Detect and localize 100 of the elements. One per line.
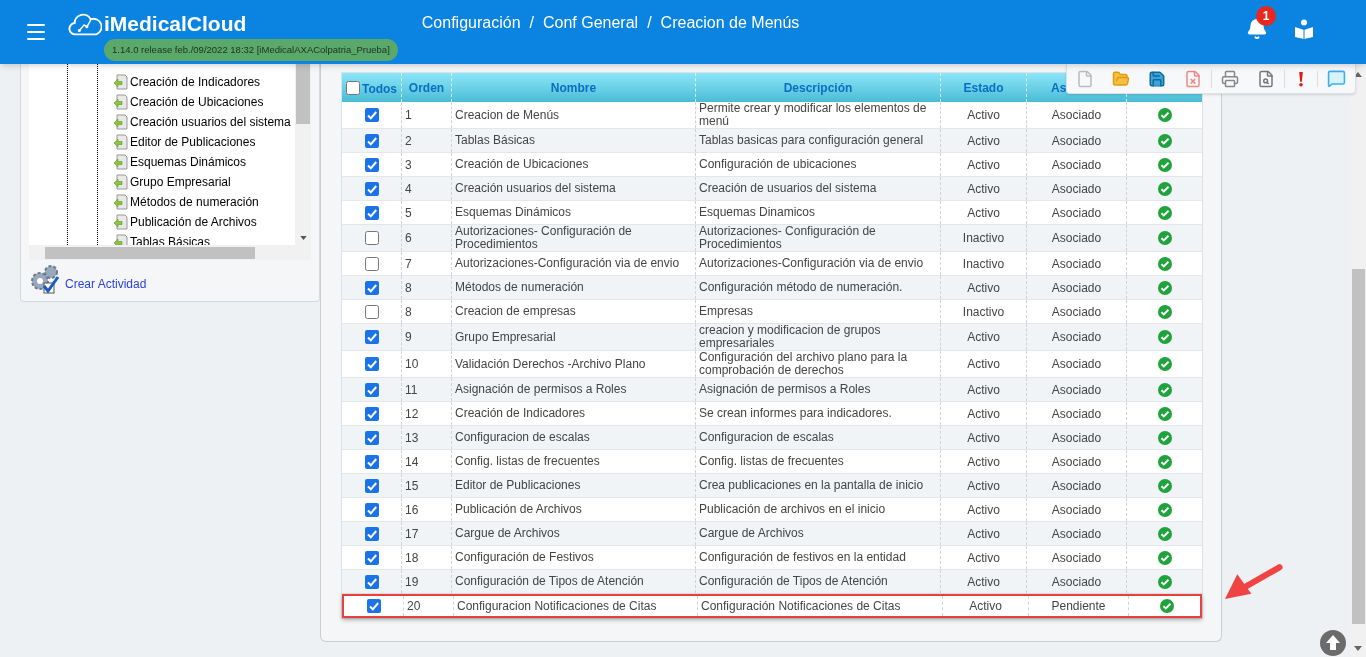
- delete-document-icon[interactable]: [1184, 69, 1202, 88]
- tree-item[interactable]: Grupo Empresarial: [130, 173, 231, 191]
- row-checkbox[interactable]: [364, 231, 379, 245]
- table-row[interactable]: 14 Config. listas de frecuentes Config. listas de frecuentes Activo Asociado: [342, 450, 1202, 474]
- tree-item[interactable]: Editor de Publicaciones: [130, 133, 256, 151]
- bell-icon[interactable]: [1246, 18, 1268, 40]
- row-checkbox[interactable]: [364, 133, 379, 148]
- row-checkbox[interactable]: [364, 382, 379, 397]
- table-row[interactable]: 5 Esquemas Dinámicos Esquemas Dinamicos Activo Asociado: [342, 201, 1202, 225]
- table-row[interactable]: 1 Creacion de Menús Permite crear y modificar los elementos de menú Activo Asociado: [342, 102, 1202, 129]
- scroll-down-icon[interactable]: [299, 236, 307, 240]
- table-cell-text: 10: [405, 356, 419, 373]
- notification-badge: 1: [1256, 6, 1276, 26]
- exclamation-icon[interactable]: [1298, 70, 1304, 87]
- row-checkbox[interactable]: [364, 526, 379, 541]
- table-cell-text: Asociado: [1051, 477, 1102, 495]
- table-cell-text: Autorizaciones- Configuración de Procedimientos: [699, 225, 877, 251]
- row-checkbox[interactable]: [364, 406, 379, 421]
- table-cell-text: Activo: [969, 598, 1002, 615]
- breadcrumb-item[interactable]: Configuración: [421, 11, 521, 35]
- breadcrumb-item[interactable]: Conf General: [543, 11, 639, 35]
- horizontal-scrollbar[interactable]: [29, 245, 311, 260]
- row-checkbox[interactable]: [364, 454, 379, 469]
- table-cell-text: Asociado: [1051, 356, 1102, 373]
- tree-item[interactable]: Métodos de numeración: [130, 193, 259, 211]
- print-icon[interactable]: [1221, 69, 1239, 88]
- table-cell-text: 8: [405, 303, 412, 321]
- tree-item[interactable]: Esquemas Dinámicos: [130, 153, 247, 171]
- highlighted-row[interactable]: 20 Configuracion Notificaciones de Citas Configuración Notificaciones de Citas Activo Pendiente: [342, 594, 1202, 618]
- check-circle-icon: [1158, 382, 1172, 397]
- table-cell-text: 1: [405, 107, 412, 124]
- comment-icon[interactable]: [1327, 69, 1346, 88]
- check-circle-icon: [1158, 205, 1172, 220]
- row-checkbox[interactable]: [364, 304, 379, 319]
- row-checkbox[interactable]: [364, 478, 379, 493]
- table-cell: Empresas: [699, 305, 754, 318]
- row-checkbox[interactable]: [364, 108, 379, 122]
- table-cell-text: Inactivo: [962, 303, 1005, 321]
- tree-item[interactable]: Creación de Ubicaciones: [130, 93, 264, 111]
- table-row[interactable]: 7 Autorizaciones-Configuración via de envio Autorizaciones-Configuración via de envio Inactivo Asociado: [342, 252, 1202, 276]
- row-checkbox[interactable]: [364, 280, 379, 295]
- row-checkbox[interactable]: [364, 357, 379, 371]
- table-row[interactable]: 12 Creación de Indicadores Se crean informes para indicadores. Activo Asociado: [342, 402, 1202, 426]
- table-cell-text: 9: [405, 329, 412, 346]
- table-cell: Configuración de Festivos: [455, 551, 594, 564]
- table-row[interactable]: 8 Métodos de numeración Configuración método de numeración. Activo Asociado: [342, 276, 1202, 300]
- table-cell-text: 17: [405, 525, 419, 543]
- reader-book-icon[interactable]: [1294, 19, 1314, 39]
- row-checkbox[interactable]: [364, 330, 379, 344]
- table-cell: Creacion de empresas: [455, 305, 576, 318]
- table-cell-text: Activo: [967, 429, 1000, 447]
- table-row[interactable]: 17 Cargue de Archivos Cargue de Archivos Activo Asociado: [342, 522, 1202, 546]
- table-cell-text: 3: [405, 156, 412, 174]
- table-row[interactable]: 4 Creación usuarios del sistema Creación de usuarios del sistema Activo Asociado: [342, 177, 1202, 201]
- row-checkbox[interactable]: [366, 599, 381, 613]
- scroll-top-icon[interactable]: [1320, 630, 1346, 656]
- table-row[interactable]: 16 Publicación de Archivos Publicación de archivos en el inicio Activo Asociado: [342, 498, 1202, 522]
- table-cell-text: Pendiente: [1051, 598, 1106, 615]
- table-cell-text: 4: [405, 180, 412, 198]
- save-icon[interactable]: [1148, 69, 1166, 88]
- tree-item[interactable]: Creación de Indicadores: [130, 73, 261, 91]
- breadcrumb-item[interactable]: Creacion de Menús: [660, 11, 800, 35]
- table-cell-text: Asociado: [1051, 204, 1102, 222]
- scroll-down-icon[interactable]: [1354, 646, 1362, 651]
- check-circle-icon: [1158, 478, 1172, 493]
- table-row[interactable]: 11 Asignación de permisos a Roles Asignación de permisos a Roles Activo Asociado: [342, 378, 1202, 402]
- table-cell-text: Activo: [967, 453, 1000, 471]
- table-cell-text: Activo: [967, 204, 1000, 222]
- row-checkbox[interactable]: [364, 574, 379, 589]
- table-row[interactable]: 18 Configuración de Festivos Configuración de festivos en la entidad Activo Asociado: [342, 546, 1202, 570]
- table-row[interactable]: 19 Configuración de Tipos de Atención Configuración de Tipos de Atención Activo Asociado: [342, 570, 1202, 594]
- table-cell: Validación Derechos -Archivo Plano: [455, 357, 646, 371]
- table-row[interactable]: 15 Editor de Publicaciones Crea publicaciones en la pantalla de inicio Activo Asociado: [342, 474, 1202, 498]
- table-cell-text: 7: [405, 255, 412, 273]
- table-cell-text: Asociado: [1051, 329, 1102, 346]
- tree-item[interactable]: Publicación de Archivos: [130, 213, 257, 231]
- row-checkbox[interactable]: [364, 430, 379, 445]
- table-cell-text: Activo: [967, 356, 1000, 373]
- table-row[interactable]: 6 Autorizaciones- Configuración de Procedimientos Autorizaciones- Configuración de Procedimientos Inactivo Asociado: [342, 225, 1202, 252]
- row-checkbox[interactable]: [364, 205, 379, 220]
- row-checkbox[interactable]: [364, 181, 379, 196]
- table-row[interactable]: 9 Grupo Empresarial creacion y modificacion de grupos empresariales Activo Asociado: [342, 324, 1202, 351]
- create-activity-link[interactable]: Crear Actividad: [65, 275, 147, 293]
- select-all-checkbox[interactable]: [345, 80, 360, 95]
- row-checkbox[interactable]: [364, 256, 379, 271]
- table-cell-text: Asociado: [1051, 381, 1102, 399]
- check-circle-icon: [1158, 550, 1172, 565]
- row-checkbox[interactable]: [364, 157, 379, 172]
- preview-icon[interactable]: [1257, 69, 1275, 88]
- row-checkbox[interactable]: [364, 550, 379, 565]
- table-row[interactable]: 3 Creación de Ubicaciones Configuración de ubicaciones Activo Asociado: [342, 153, 1202, 177]
- table-cell: Configuracion de escalas: [699, 431, 834, 444]
- tree-item[interactable]: Creación usuarios del sistema: [130, 113, 291, 131]
- vertical-scrollbar[interactable]: [295, 64, 311, 245]
- table-row[interactable]: 2 Tablas Básicas Tablas basicas para configuración general Activo Asociado: [342, 129, 1202, 153]
- table-row[interactable]: 8 Creacion de empresas Empresas Inactivo Asociado: [342, 300, 1202, 324]
- table-row[interactable]: 13 Configuracion de escalas Configuracion de escalas Activo Asociado: [342, 426, 1202, 450]
- table-row[interactable]: 10 Validación Derechos -Archivo Plano Configuración del archivo plano para la comprobación de derechos Activo Asociado: [342, 351, 1202, 378]
- table-cell-text: 12: [405, 405, 419, 423]
- row-checkbox[interactable]: [364, 502, 379, 517]
